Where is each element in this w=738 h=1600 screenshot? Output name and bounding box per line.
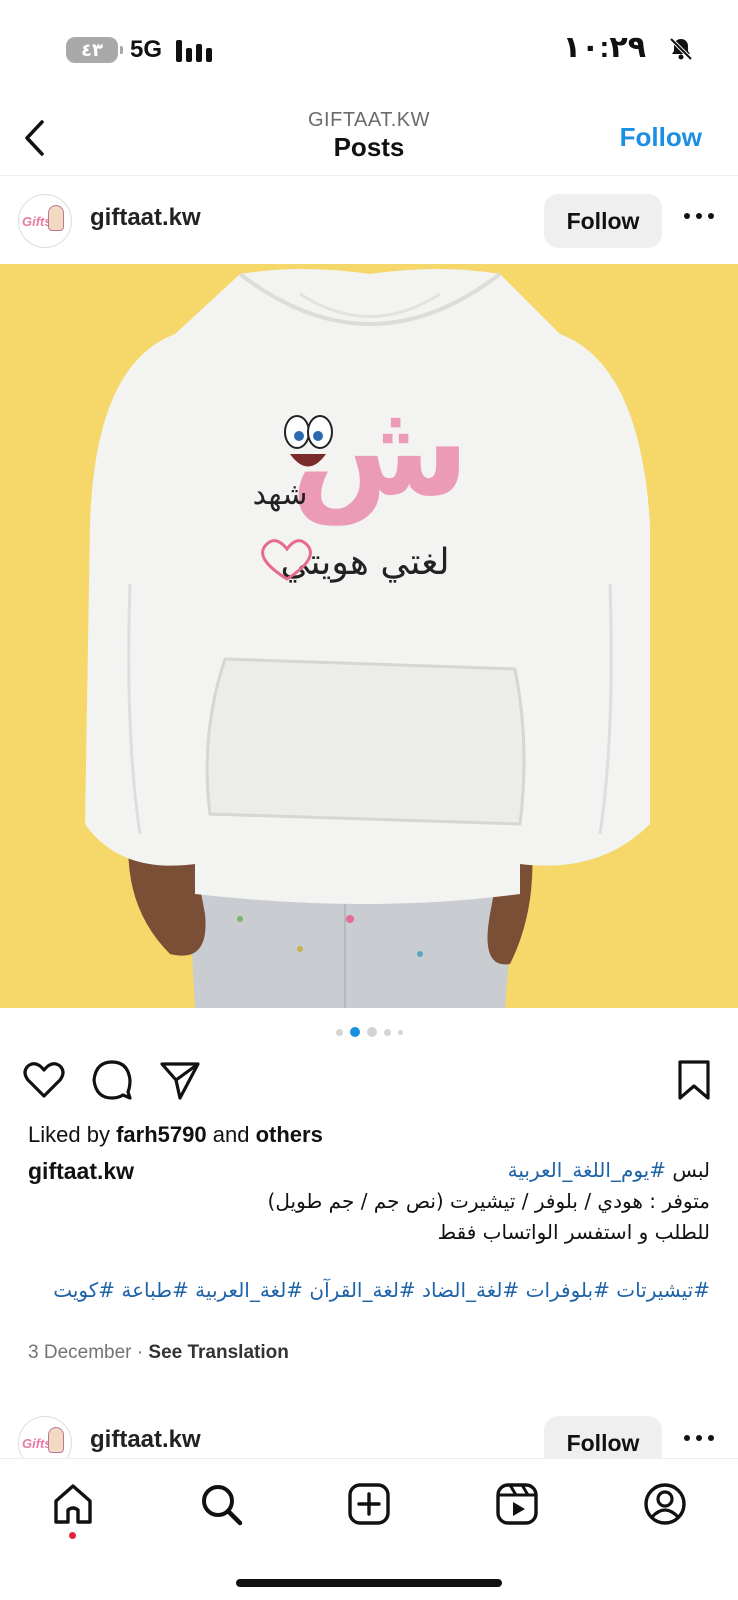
network-type: 5G bbox=[130, 36, 163, 63]
profile-icon[interactable] bbox=[642, 1481, 688, 1527]
reels-icon[interactable] bbox=[494, 1481, 540, 1527]
signal-bars-icon bbox=[176, 38, 212, 62]
post-username[interactable]: giftaat.kw bbox=[90, 204, 201, 232]
more-options-icon[interactable] bbox=[684, 1435, 714, 1441]
carousel-dot bbox=[335, 1028, 343, 1036]
bottom-navigation bbox=[0, 1458, 738, 1600]
carousel-dot-active bbox=[349, 1027, 360, 1037]
post-image[interactable]: ش شهد لغتي هويتي bbox=[0, 264, 738, 1008]
carousel-dot bbox=[366, 1027, 377, 1037]
more-options-icon[interactable] bbox=[684, 213, 714, 219]
hoodie-photo: ش شهد لغتي هويتي bbox=[0, 264, 738, 1008]
post-header: Gifts giftaat.kw Follow bbox=[0, 178, 738, 264]
see-translation-link[interactable]: See Translation bbox=[148, 1342, 288, 1363]
meta-separator: · bbox=[136, 1342, 149, 1363]
post-date: 3 December bbox=[28, 1342, 132, 1363]
header-follow-button[interactable]: Follow bbox=[620, 122, 702, 153]
create-post-icon[interactable] bbox=[346, 1481, 392, 1527]
battery-level: ٤٣ bbox=[81, 39, 103, 60]
post-actions bbox=[0, 1058, 738, 1102]
save-bookmark-icon[interactable] bbox=[672, 1058, 716, 1102]
caption-line-3: للطلب و استفسر الواتساب فقط bbox=[437, 1220, 710, 1244]
liked-and: and bbox=[212, 1122, 250, 1147]
home-icon[interactable] bbox=[50, 1481, 96, 1527]
search-icon[interactable] bbox=[198, 1481, 244, 1527]
post-follow-button[interactable]: Follow bbox=[544, 194, 662, 248]
like-heart-icon[interactable] bbox=[22, 1058, 66, 1102]
notification-dot bbox=[69, 1532, 76, 1539]
comment-icon[interactable] bbox=[90, 1058, 134, 1102]
share-send-icon[interactable] bbox=[158, 1058, 202, 1102]
avatar[interactable]: Gifts bbox=[18, 194, 72, 248]
svg-text:شهد: شهد bbox=[253, 477, 308, 512]
liked-prefix: Liked by bbox=[28, 1122, 110, 1147]
carousel-indicator bbox=[0, 1027, 738, 1037]
home-indicator[interactable] bbox=[236, 1579, 502, 1587]
post-meta: 3 December · See Translation bbox=[28, 1342, 289, 1364]
caption-line-1: لبس #يوم_اللغة_العربية bbox=[150, 1158, 710, 1182]
avatar-figure-icon bbox=[48, 1427, 64, 1453]
page-header: GIFTAAT.KW Posts Follow bbox=[0, 100, 738, 176]
liked-by-text: Liked by farh5790 and others bbox=[28, 1122, 323, 1148]
clock: ١٠:٢٩ bbox=[562, 31, 646, 64]
battery-icon: ٤٣ bbox=[66, 37, 123, 63]
caption-line-2: متوفر : هودي / بلوفر / تيشيرت (نص جم / ج… bbox=[267, 1189, 710, 1213]
caption-hashtag[interactable]: #يوم_اللغة_العربية bbox=[508, 1158, 666, 1182]
post-username[interactable]: giftaat.kw bbox=[90, 1426, 201, 1454]
status-bar: ٤٣ 5G ١٠:٢٩ bbox=[0, 0, 738, 100]
liked-others[interactable]: others bbox=[256, 1122, 323, 1147]
liked-user[interactable]: farh5790 bbox=[116, 1122, 207, 1147]
caption-username[interactable]: giftaat.kw bbox=[28, 1158, 134, 1185]
svg-text:ش: ش bbox=[290, 373, 469, 525]
avatar-figure-icon bbox=[48, 205, 64, 231]
caption-word: لبس bbox=[672, 1158, 710, 1182]
carousel-dot bbox=[383, 1028, 391, 1036]
carousel-dot bbox=[397, 1029, 403, 1035]
caption-hashtags[interactable]: #تيشيرتات #بلوفرات #لغة_الضاد #لغة_القرآ… bbox=[20, 1274, 710, 1306]
bell-muted-icon bbox=[669, 37, 693, 61]
